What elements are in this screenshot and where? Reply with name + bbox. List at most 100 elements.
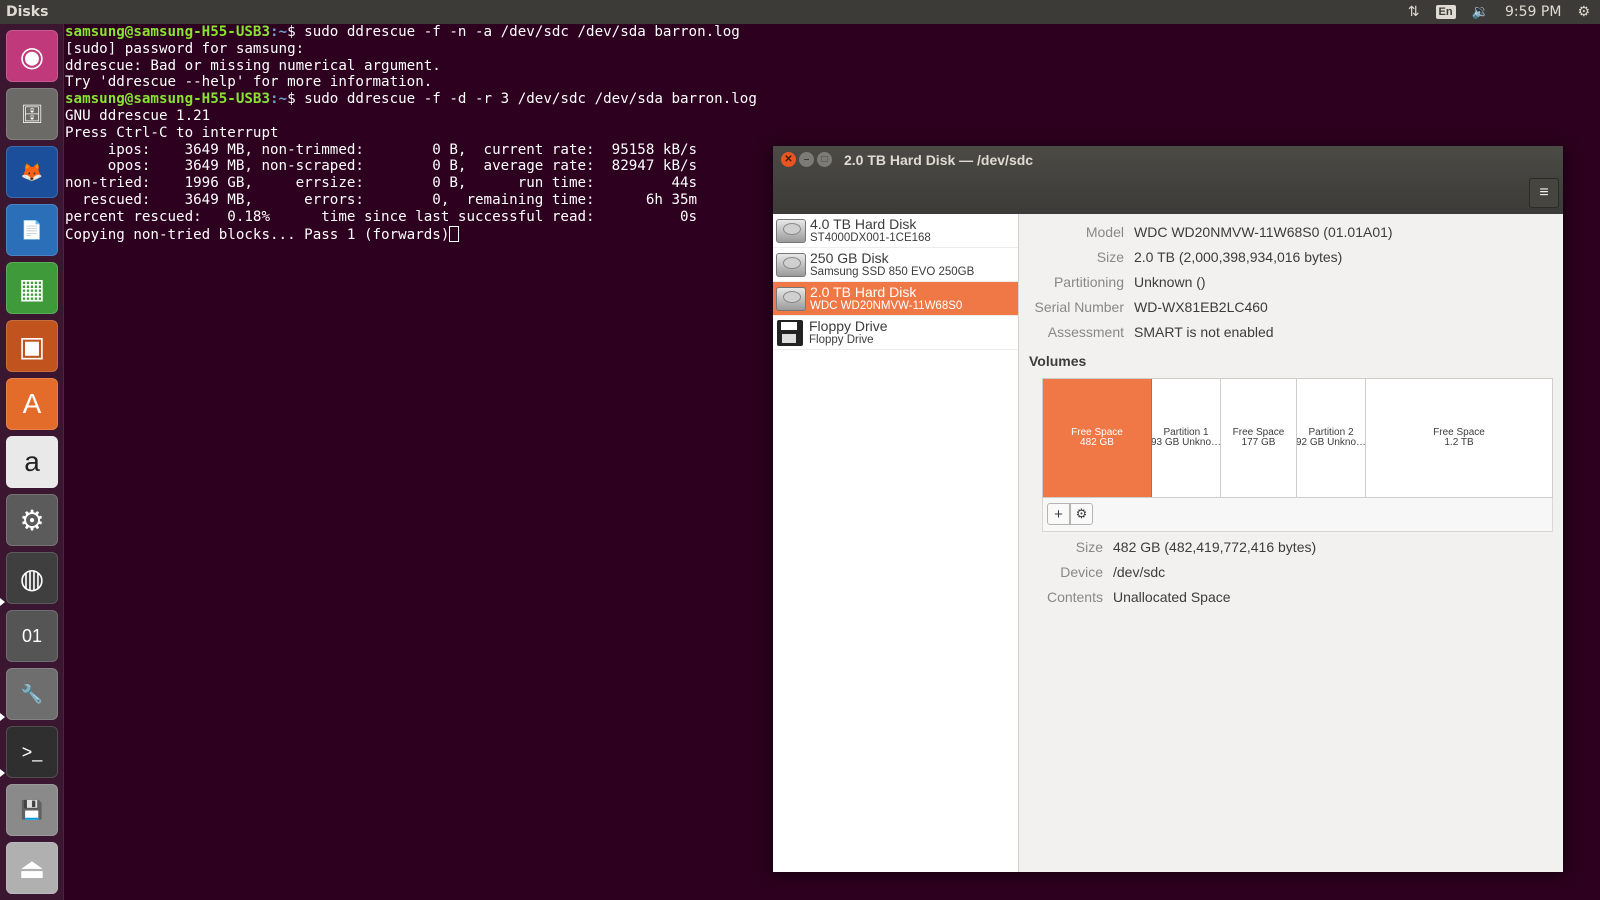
disk-list-item[interactable]: Floppy Drive Floppy Drive	[773, 316, 1018, 350]
disk-name: 4.0 TB Hard Disk	[810, 215, 917, 232]
disk-text: 4.0 TB Hard Disk ST4000DX001-1CE168	[810, 217, 931, 245]
terminal-text: percent rescued: 0.18% time since last s…	[65, 208, 698, 225]
terminal-text: Copying non-tried blocks... Pass 1 (forw…	[65, 226, 450, 243]
terminal-text: [sudo] password for samsung:	[65, 40, 305, 57]
terminal-line: [sudo] password for samsung:	[65, 41, 764, 58]
launcher-libreoffice-calc-icon[interactable]: ▦	[6, 262, 58, 314]
terminal-line: opos: 3649 MB, non-scraped: 0 B, average…	[65, 158, 764, 175]
add-partition-button[interactable]: +	[1047, 503, 1070, 525]
volume-device-label: Device	[1060, 564, 1103, 580]
volume-size: 482 GB	[1080, 437, 1114, 448]
launcher-system-settings-icon[interactable]: ⚙	[6, 494, 58, 546]
launcher-running-indicator	[0, 713, 5, 721]
serial-value: WD-WX81EB2LC460	[1134, 299, 1268, 315]
terminal-line: Press Ctrl-C to interrupt	[65, 125, 764, 142]
disk-text: Floppy Drive Floppy Drive	[809, 319, 888, 347]
hard-disk-icon	[776, 286, 806, 311]
info-row-serial: Serial Number WD-WX81EB2LC460	[1019, 297, 1268, 317]
launcher-running-indicator	[0, 769, 5, 777]
terminal-text: ipos: 3649 MB, non-trimmed: 0 B, current…	[65, 141, 698, 158]
launcher-libreoffice-writer-icon[interactable]: 📄	[6, 204, 58, 256]
launcher-disks-tool-icon[interactable]: 🔧	[6, 668, 58, 720]
volume-segment[interactable]: Free Space 482 GB	[1043, 379, 1152, 497]
minimize-window-button[interactable]: –	[799, 152, 814, 167]
volume-info-device: Device /dev/sdc	[1019, 562, 1165, 582]
prompt-user: samsung@samsung-H55-USB3	[65, 91, 270, 108]
terminal-text: Press Ctrl-C to interrupt	[65, 124, 279, 141]
window-title: 2.0 TB Hard Disk — /dev/sdc	[844, 152, 1034, 168]
volume-size: 93 GB Unkno…	[1152, 437, 1221, 448]
terminal-text: opos: 3649 MB, non-scraped: 0 B, average…	[65, 158, 698, 175]
volume-size: 177 GB	[1241, 437, 1276, 448]
volume-info-size: Size 482 GB (482,419,772,416 bytes)	[1019, 537, 1316, 557]
launcher-hex-editor-icon[interactable]: 01	[6, 610, 58, 662]
terminal-text: rescued: 3649 MB, errors: 0, remaining t…	[65, 191, 698, 208]
disk-name: 250 GB Disk	[810, 249, 889, 266]
volume-segment[interactable]: Partition 1 93 GB Unkno…	[1152, 379, 1221, 497]
launcher-files-icon[interactable]: 🗄	[6, 88, 58, 140]
launcher-chrome-icon[interactable]: ◍	[6, 552, 58, 604]
hard-disk-icon	[776, 218, 806, 243]
close-window-button[interactable]: ✕	[781, 152, 796, 167]
launcher-ubuntu-dash-icon[interactable]: ◉	[6, 30, 58, 82]
info-row-model: Model WDC WD20NMVW-11W68S0 (01.01A01)	[1019, 222, 1393, 242]
volume-segment[interactable]: Free Space 1.2 TB	[1366, 379, 1552, 497]
terminal-cursor	[449, 225, 460, 242]
floppy-drive-icon	[777, 319, 803, 346]
volume-segment[interactable]: Partition 2 92 GB Unkno…	[1297, 379, 1366, 497]
launcher-firefox-icon[interactable]: 🦊	[6, 146, 58, 198]
keyboard-layout-indicator[interactable]: En	[1435, 5, 1456, 19]
settings-gear-icon[interactable]: ⚙	[1577, 4, 1590, 20]
disk-list-item[interactable]: 250 GB Disk Samsung SSD 850 EVO 250GB	[773, 248, 1018, 282]
terminal-line: ipos: 3649 MB, non-trimmed: 0 B, current…	[65, 142, 764, 159]
volume-contents-label: Contents	[1046, 589, 1103, 605]
info-row-assessment: Assessment SMART is not enabled	[1019, 322, 1274, 342]
volume-segment[interactable]: Free Space 177 GB	[1221, 379, 1297, 497]
maximize-window-button[interactable]: □	[817, 152, 832, 167]
terminal-text: GNU ddrescue 1.21	[65, 107, 211, 124]
volumes-heading: Volumes	[1029, 353, 1087, 369]
terminal-line: GNU ddrescue 1.21	[65, 108, 764, 125]
terminal-line: non-tried: 1996 GB, errsize: 0 B, run ti…	[65, 175, 764, 192]
prompt-path: :~	[270, 91, 288, 108]
hamburger-menu-button[interactable]: ≡	[1529, 178, 1559, 208]
partition-settings-gear-icon[interactable]: ⚙	[1070, 503, 1093, 525]
prompt-command: $ sudo ddrescue -f -n -a /dev/sdc /dev/s…	[287, 24, 740, 40]
terminal-line: samsung@samsung-H55-USB3:~$ sudo ddrescu…	[65, 24, 764, 41]
launcher-removable-drive-icon[interactable]: ⏏	[6, 842, 58, 894]
window-header: ✕ – □ 2.0 TB Hard Disk — /dev/sdc ≡	[773, 146, 1563, 214]
launcher-running-indicator	[0, 598, 5, 606]
terminal-output[interactable]: samsung@samsung-H55-USB3:~$ sudo ddrescu…	[64, 24, 764, 284]
terminal-line: percent rescued: 0.18% time since last s…	[65, 209, 764, 226]
size-value: 2.0 TB (2,000,398,934,016 bytes)	[1134, 249, 1343, 265]
disk-details: Model WDC WD20NMVW-11W68S0 (01.01A01) Si…	[1019, 214, 1563, 872]
partitioning-value: Unknown ()	[1134, 274, 1206, 290]
volume-icon[interactable]: 🔉	[1472, 4, 1489, 20]
volume-size: 92 GB Unkno…	[1297, 437, 1366, 448]
clock[interactable]: 9:59 PM	[1505, 4, 1561, 20]
network-icon[interactable]: ⇅	[1408, 4, 1420, 20]
disk-list-item[interactable]: 4.0 TB Hard Disk ST4000DX001-1CE168	[773, 214, 1018, 248]
model-value: WDC WD20NMVW-11W68S0 (01.01A01)	[1134, 224, 1393, 240]
disk-list-item[interactable]: 2.0 TB Hard Disk WDC WD20NMVW-11W68S0	[773, 282, 1018, 316]
volume-info-contents: Contents Unallocated Space	[1019, 587, 1231, 607]
volume-map: Free Space 482 GB Partition 1 93 GB Unkno… F…	[1042, 378, 1553, 498]
launcher-libreoffice-impress-icon[interactable]: ▣	[6, 320, 58, 372]
launcher-save-drive-icon[interactable]: 💾	[6, 784, 58, 836]
prompt-command: $ sudo ddrescue -f -d -r 3 /dev/sdc /dev…	[287, 91, 757, 108]
prompt-path: :~	[270, 24, 288, 40]
assessment-label: Assessment	[1047, 324, 1124, 340]
disk-name: Floppy Drive	[809, 317, 888, 334]
disk-model: WDC WD20NMVW-11W68S0	[810, 299, 963, 312]
launcher-terminal-icon[interactable]: >_	[6, 726, 58, 778]
hard-disk-icon	[776, 252, 806, 277]
terminal-text: non-tried: 1996 GB, errsize: 0 B, run ti…	[65, 175, 698, 192]
assessment-value: SMART is not enabled	[1134, 324, 1274, 340]
volume-size-label: Size	[1075, 539, 1103, 555]
launcher-amazon-icon[interactable]: a	[6, 436, 58, 488]
disk-model: Samsung SSD 850 EVO 250GB	[810, 265, 975, 278]
launcher-software-center-icon[interactable]: A	[6, 378, 58, 430]
terminal-line: ddrescue: Bad or missing numerical argum…	[65, 58, 764, 75]
info-row-size: Size 2.0 TB (2,000,398,934,016 bytes)	[1019, 247, 1343, 267]
volume-contents-value: Unallocated Space	[1113, 589, 1231, 605]
